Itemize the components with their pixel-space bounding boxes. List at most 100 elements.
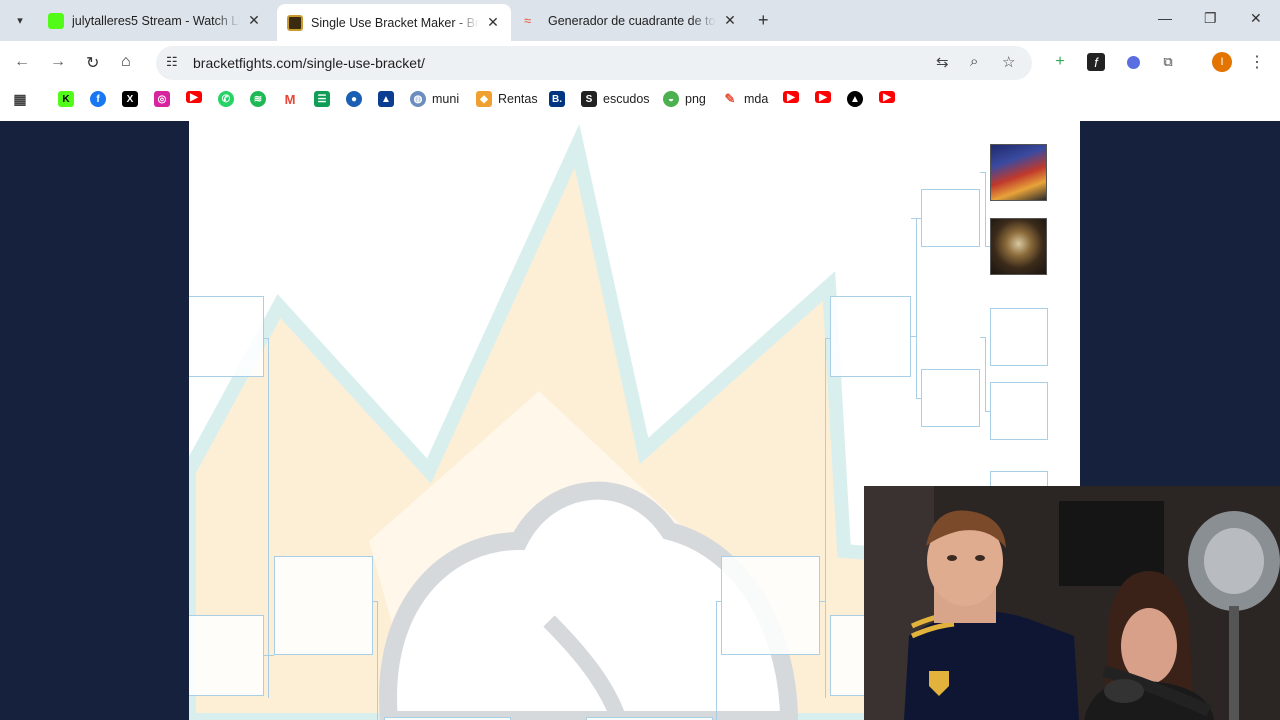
profile-avatar[interactable]: I: [1212, 52, 1232, 72]
bookmark-gmail[interactable]: M: [282, 91, 298, 107]
bookmark-youtube-2[interactable]: ▶: [783, 91, 799, 103]
mda-icon: ✎: [722, 91, 738, 107]
window-close-icon[interactable]: ✕: [1250, 10, 1262, 27]
bookmark-circle[interactable]: ▲: [847, 91, 863, 107]
contestant-image-food-pack[interactable]: [990, 218, 1047, 275]
bracket-slot[interactable]: [990, 382, 1048, 440]
bookmark-x[interactable]: X: [122, 91, 138, 107]
back-arrow-icon[interactable]: ←: [14, 53, 30, 71]
home-icon[interactable]: ⌂: [121, 53, 131, 71]
png-icon: ◒: [663, 91, 679, 107]
apps-grid-icon[interactable]: ▦: [12, 91, 28, 107]
bracket-slot[interactable]: [921, 369, 980, 427]
bracket-slot[interactable]: [830, 296, 911, 377]
bracket-slot[interactable]: [274, 556, 373, 655]
toolbar: ← → ↻ ⌂ ☷ bracketfights.com/single-use-b…: [0, 41, 1280, 85]
bracket-slot[interactable]: [721, 556, 820, 655]
bracket-connector: [916, 218, 917, 398]
tab-generador[interactable]: ≈ Generador de cuadrante de torneos ✕: [514, 4, 748, 37]
youtube-icon: ▶: [783, 91, 799, 103]
site-info-icon[interactable]: ☷: [166, 54, 178, 70]
bracket-slot[interactable]: [189, 296, 264, 377]
bookmark-instagram[interactable]: ◎: [154, 91, 170, 107]
tab-strip: ▾ julytalleres5 Stream - Watch Live ✕ Si…: [0, 0, 1280, 41]
bookmark-bank[interactable]: ▲: [378, 91, 394, 107]
new-tab-plus-icon[interactable]: +: [758, 10, 769, 31]
youtube-icon: ▶: [815, 91, 831, 103]
minimize-icon[interactable]: —: [1158, 10, 1172, 26]
bracket-slot[interactable]: [189, 615, 264, 696]
bookmark-label: muni: [432, 92, 460, 106]
bracket-connector: [911, 336, 917, 337]
bracket-connector: [985, 411, 990, 412]
url-text[interactable]: bracketfights.com/single-use-bracket/: [193, 55, 425, 71]
close-tab-icon[interactable]: ✕: [485, 14, 501, 31]
generator-favicon-icon: ≈: [524, 12, 532, 28]
bookmark-label: Rentas: [498, 92, 538, 106]
zoom-icon[interactable]: ⌕: [970, 53, 978, 70]
bracket-connector: [985, 172, 986, 247]
tab-search-chevron-icon[interactable]: ▾: [8, 8, 32, 32]
extension-f-icon[interactable]: f: [1087, 53, 1105, 71]
bookmark-spotify[interactable]: ≋: [250, 91, 266, 107]
restore-icon[interactable]: ❐: [1204, 10, 1217, 27]
bracket-connector: [377, 601, 378, 720]
bookmark-label: mda: [744, 92, 769, 106]
bracket-slot[interactable]: [921, 189, 980, 247]
tab-title: julytalleres5 Stream - Watch Live: [72, 13, 240, 28]
bracket-connector: [985, 246, 990, 247]
address-bar[interactable]: ☷ bracketfights.com/single-use-bracket/ …: [156, 46, 1032, 80]
menu-kebab-icon[interactable]: ⋮: [1248, 53, 1266, 71]
extensions-puzzle-icon[interactable]: ⧉: [1159, 53, 1177, 71]
bookmark-booking[interactable]: B.: [549, 91, 565, 107]
webcam-overlay: [864, 486, 1280, 720]
bookmark-whatsapp[interactable]: ✆: [218, 91, 234, 107]
bookmark-star-icon[interactable]: ☆: [1002, 53, 1015, 71]
bookmark-muni[interactable]: ◍ muni: [410, 91, 459, 107]
bookmark-sheets[interactable]: ☰: [314, 91, 330, 107]
tab-bracket-maker[interactable]: Single Use Bracket Maker - Bracket Fight…: [277, 4, 511, 41]
bookmark-facebook[interactable]: f: [90, 91, 106, 107]
youtube-icon: ▶: [879, 91, 895, 103]
translate-icon[interactable]: ⇆: [936, 53, 949, 71]
close-tab-icon[interactable]: ✕: [722, 12, 738, 29]
reload-icon[interactable]: ↻: [86, 53, 99, 73]
bookmark-rentas[interactable]: ◆ Rentas: [476, 91, 538, 107]
bracket-connector: [916, 398, 921, 399]
extension-plus-icon[interactable]: +: [1051, 53, 1069, 71]
spotify-icon: ≋: [250, 91, 266, 107]
booking-icon: B.: [549, 91, 565, 107]
bookmark-png[interactable]: ◒ png: [663, 91, 706, 107]
tab-title: Single Use Bracket Maker - Bracket Fight…: [311, 15, 479, 30]
forward-arrow-icon[interactable]: →: [50, 53, 66, 71]
rentas-icon: ◆: [476, 91, 492, 107]
bookmark-youtube-4[interactable]: ▶: [879, 91, 895, 103]
kick-icon: K: [58, 91, 74, 107]
tab-julytalleres[interactable]: julytalleres5 Stream - Watch Live ✕: [38, 4, 272, 37]
bracket-connector: [716, 601, 717, 720]
muni-icon: ◍: [410, 91, 426, 107]
bracket-slot[interactable]: [990, 308, 1048, 366]
gmail-icon: M: [282, 91, 298, 107]
bookmark-escudos[interactable]: Sescudos: [581, 91, 650, 107]
close-tab-icon[interactable]: ✕: [246, 12, 262, 29]
bookmarks-bar: ▦ K f X ◎ ▶ ✆ ≋ M ☰ ● ▲ ◍ muni ◆ Rentas B.…: [0, 85, 1280, 115]
circle-icon: ▲: [847, 91, 863, 107]
x-icon: X: [122, 91, 138, 107]
bookmark-youtube[interactable]: ▶: [186, 91, 202, 103]
bookmark-label: png: [685, 92, 706, 106]
bookmark-youtube-3[interactable]: ▶: [815, 91, 831, 103]
whatsapp-icon: ✆: [218, 91, 234, 107]
youtube-icon: ▶: [186, 91, 202, 103]
bookmark-drop[interactable]: ●: [346, 91, 362, 107]
instagram-icon: ◎: [154, 91, 170, 107]
bracket-connector: [268, 338, 269, 698]
kick-favicon-icon: [48, 12, 64, 29]
bookmark-kick[interactable]: K: [58, 91, 74, 107]
extension-circle-icon[interactable]: [1124, 53, 1142, 71]
contestant-image-snack-bag[interactable]: [990, 144, 1047, 201]
bracket-connector: [264, 655, 274, 656]
bracket-connector: [825, 338, 826, 698]
bracket-connector: [820, 601, 826, 602]
bookmark-mda[interactable]: ✎ mda: [722, 91, 768, 107]
